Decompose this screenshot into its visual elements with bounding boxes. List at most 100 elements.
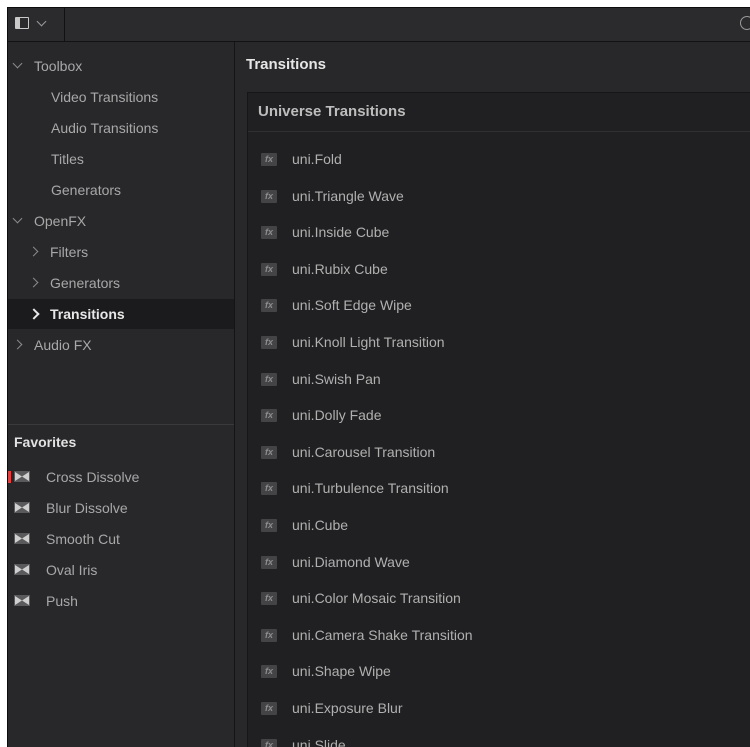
transition-icon	[14, 471, 30, 482]
transition-group: Universe Transitions fx uni.Fold fx uni.Tri…	[247, 92, 750, 747]
transition-label: uni.Carousel Transition	[292, 443, 436, 460]
transition-item[interactable]: fx uni.Shape Wipe	[248, 653, 750, 689]
tree-item-toolbox[interactable]: Toolbox	[8, 51, 234, 81]
transition-item[interactable]: fx uni.Rubix Cube	[248, 251, 750, 287]
group-header[interactable]: Universe Transitions	[248, 93, 750, 132]
fx-icon: fx	[261, 702, 277, 715]
fx-icon: fx	[261, 299, 277, 313]
fx-icon: fx	[261, 336, 277, 349]
transition-icon	[14, 502, 30, 513]
page-title: Transitions	[246, 56, 327, 73]
transition-item[interactable]: fx uni.Exposure Blur	[248, 690, 750, 726]
favorite-item[interactable]: Oval Iris	[8, 555, 234, 585]
transition-label: uni.Turbulence Transition	[292, 480, 449, 497]
fx-icon: fx	[261, 226, 277, 240]
transition-label: uni.Knoll Light Transition	[292, 334, 445, 350]
fx-icon: fx	[261, 519, 277, 532]
transition-icon	[14, 533, 30, 544]
chevron-right-icon[interactable]	[28, 277, 39, 288]
tree-item-generators[interactable]: Generators	[8, 175, 234, 205]
chevron-right-icon[interactable]	[12, 339, 23, 350]
tree-item-video-transitions[interactable]: Video Transitions	[8, 82, 234, 112]
transition-item[interactable]: fx uni.Swish Pan	[248, 361, 750, 397]
fx-icon: fx	[261, 445, 277, 459]
fx-icon: fx	[261, 189, 277, 203]
tree-item-titles[interactable]: Titles	[8, 144, 234, 174]
sidebar: Toolbox Video Transitions Audio Transition…	[8, 42, 235, 747]
transition-label: uni.Diamond Wave	[292, 553, 410, 570]
tree-item-label: Transitions	[50, 306, 125, 322]
transition-item[interactable]: fx uni.Fold	[248, 141, 750, 177]
transition-item[interactable]: fx uni.Dolly Fade	[248, 397, 750, 433]
favorite-item[interactable]: Cross Dissolve	[8, 462, 234, 492]
transition-label: uni.Shape Wipe	[292, 663, 391, 680]
transition-item[interactable]: fx uni.Turbulence Transition	[248, 470, 750, 506]
fx-icon: fx	[261, 372, 277, 386]
transition-icon	[14, 564, 30, 575]
transition-label: uni.Rubix Cube	[292, 260, 388, 277]
transition-item[interactable]: fx uni.Diamond Wave	[248, 544, 750, 580]
favorite-label: Cross Dissolve	[46, 469, 140, 485]
tree-item-label: Audio Transitions	[51, 120, 159, 136]
panel-toggle-button[interactable]	[8, 8, 65, 41]
transition-item[interactable]: fx uni.Triangle Wave	[248, 178, 750, 214]
transition-label: uni.Slide	[292, 736, 346, 747]
tree-item-label: Generators	[51, 182, 122, 198]
chevron-right-icon[interactable]	[28, 308, 40, 320]
favorite-label: Push	[46, 593, 78, 609]
transition-item[interactable]: fx uni.Color Mosaic Transition	[248, 580, 750, 616]
transition-label: uni.Cube	[292, 517, 349, 533]
tree-item-label: Titles	[51, 151, 84, 167]
transition-label: uni.Soft Edge Wipe	[292, 297, 412, 314]
tree-item-openfx[interactable]: OpenFX	[8, 206, 234, 236]
transition-item[interactable]: fx uni.Cube	[248, 507, 750, 543]
favorite-item[interactable]: Blur Dissolve	[8, 493, 234, 523]
transition-item[interactable]: fx uni.Soft Edge Wipe	[248, 287, 750, 323]
chevron-down-icon[interactable]	[12, 213, 23, 224]
tree-item-label: Generators	[50, 275, 121, 291]
transition-label: uni.Dolly Fade	[292, 407, 382, 424]
transition-item[interactable]: fx uni.Carousel Transition	[248, 434, 750, 470]
transition-label: uni.Color Mosaic Transition	[292, 590, 461, 607]
transition-item[interactable]: fx uni.Camera Shake Transition	[248, 617, 750, 653]
fx-icon: fx	[261, 262, 277, 276]
transition-icon	[14, 595, 30, 606]
favorite-item[interactable]: Smooth Cut	[8, 524, 234, 554]
tree-item-label: Audio FX	[34, 337, 92, 353]
tree-item-transitions[interactable]: Transitions	[8, 299, 234, 329]
transition-label: uni.Exposure Blur	[292, 700, 403, 716]
fx-icon: fx	[261, 592, 277, 606]
tree-item-label: Filters	[50, 244, 89, 260]
tree-item-audio-transitions[interactable]: Audio Transitions	[8, 113, 234, 143]
fx-icon: fx	[261, 665, 277, 679]
transition-item[interactable]: fx uni.Slide	[248, 727, 750, 747]
fx-icon: fx	[261, 482, 277, 496]
transition-label: uni.Fold	[292, 151, 342, 167]
tree-item-label: Toolbox	[34, 58, 83, 74]
chevron-right-icon[interactable]	[28, 246, 39, 257]
sidebar-panel-icon	[15, 17, 29, 29]
toolbar	[8, 8, 750, 42]
effects-library-window: Toolbox Video Transitions Audio Transition…	[7, 7, 750, 747]
transition-item[interactable]: fx uni.Inside Cube	[248, 214, 750, 250]
fx-icon: fx	[261, 555, 277, 569]
tree-item-label: Video Transitions	[51, 89, 159, 105]
tree-item-audio-fx[interactable]: Audio FX	[8, 330, 234, 360]
tree-item-label: OpenFX	[34, 213, 87, 229]
fx-icon: fx	[261, 409, 277, 423]
chevron-down-icon	[36, 16, 47, 27]
sidebar-divider	[8, 424, 234, 425]
search-icon[interactable]	[740, 16, 750, 30]
transition-item[interactable]: fx uni.Knoll Light Transition	[248, 324, 750, 360]
tree-item-filters[interactable]: Filters	[8, 237, 234, 267]
transition-label: uni.Inside Cube	[292, 224, 390, 241]
favorite-marker	[8, 471, 11, 483]
group-title: Universe Transitions	[258, 103, 406, 120]
favorites-title: Favorites	[14, 434, 77, 450]
favorite-item[interactable]: Push	[8, 586, 234, 616]
favorite-label: Smooth Cut	[46, 531, 120, 547]
fx-icon: fx	[261, 153, 277, 166]
tree-item-generators[interactable]: Generators	[8, 268, 234, 298]
fx-icon: fx	[261, 628, 277, 642]
chevron-down-icon[interactable]	[12, 58, 23, 69]
